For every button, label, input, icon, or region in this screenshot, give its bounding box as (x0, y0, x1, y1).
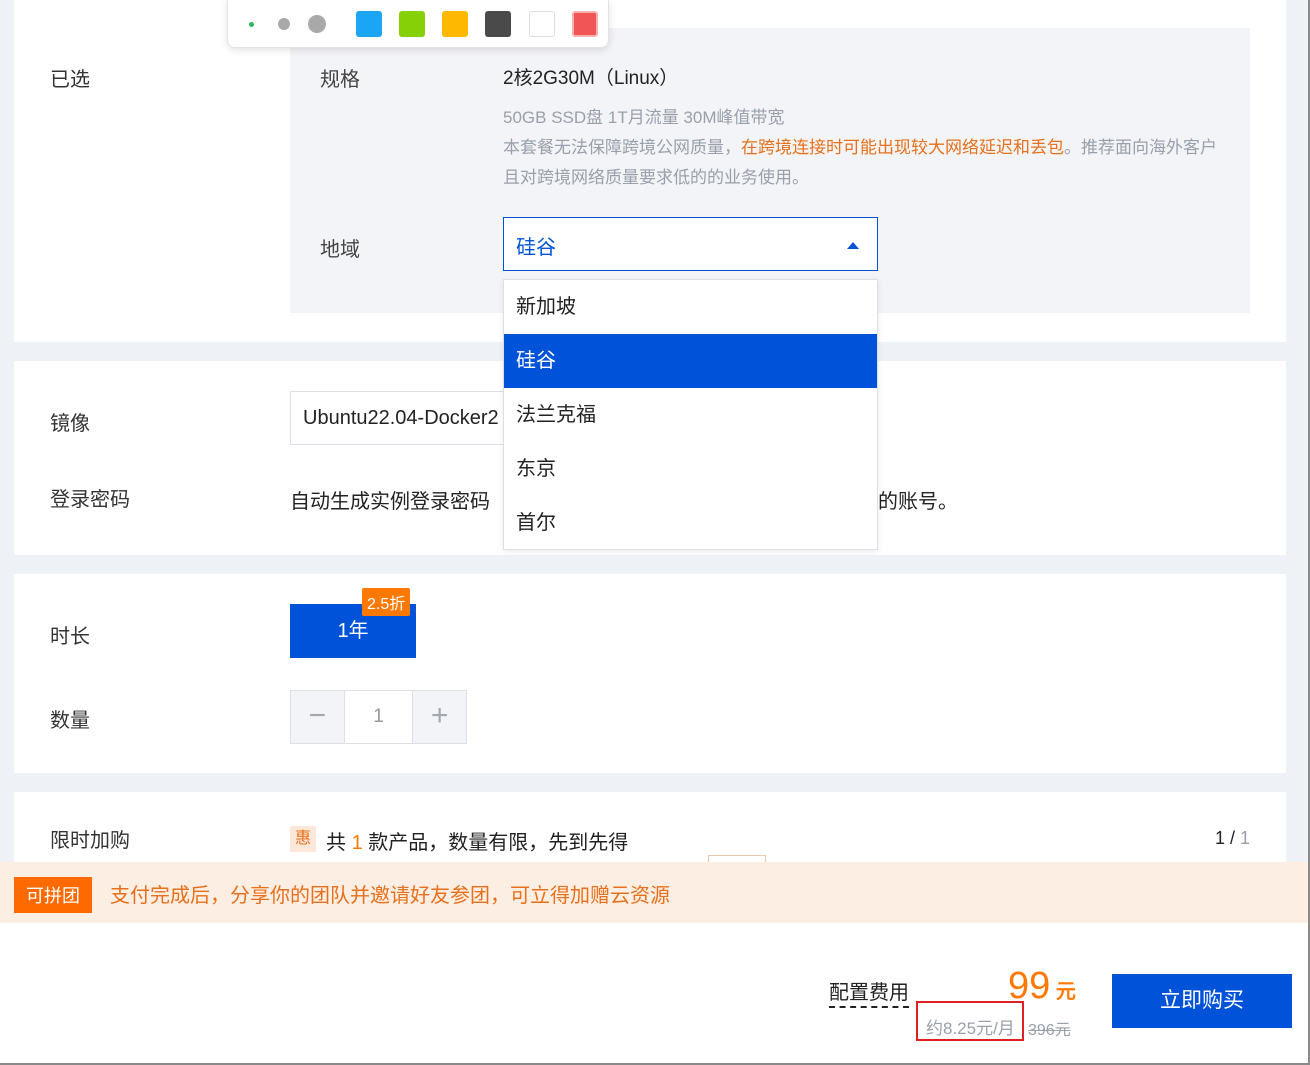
discount-tag: 惠 (290, 826, 316, 852)
spec-key: 规格 (320, 69, 360, 91)
addon-text: 共 1 款产品，数量有限，先到先得 (326, 826, 628, 855)
addon-text-pre: 共 (326, 832, 352, 854)
spec-value: 2核2G30M（Linux） (503, 68, 679, 89)
addon-count: 1 (351, 832, 363, 854)
region-option-frankfurt[interactable]: 法兰克福 (504, 388, 877, 442)
region-option-singapore[interactable]: 新加坡 (504, 280, 877, 334)
quantity-input[interactable]: 1 (343, 691, 414, 743)
buy-now-button[interactable]: 立即购买 (1112, 974, 1292, 1028)
image-label: 镜像 (50, 413, 90, 435)
page-total: 1 (1239, 828, 1250, 848)
region-option-seoul[interactable]: 首尔 (504, 496, 877, 550)
region-key: 地域 (320, 239, 360, 261)
cross-border-notice: 本套餐无法保障跨境公网质量，在跨境连接时可能出现较大网络延迟和丢包。推荐面向海外… (503, 133, 1223, 193)
region-select-value: 硅谷 (516, 237, 556, 259)
duration-label: 时长 (50, 626, 90, 648)
region-option-tokyo[interactable]: 东京 (504, 442, 877, 496)
region-select[interactable]: 硅谷 (503, 217, 878, 271)
minus-button[interactable]: − (291, 691, 344, 743)
addon-pager: 1 / 1 (1215, 828, 1250, 849)
discount-badge: 2.5折 (362, 588, 411, 616)
notice-pre: 本套餐无法保障跨境公网质量， (503, 138, 741, 157)
brush-size-small[interactable] (249, 22, 254, 27)
monthly-price: 约8.25元/月 (926, 1019, 1015, 1038)
caret-up-icon (847, 242, 859, 249)
selected-summary: 规格 2核2G30M（Linux） 50GB SSD盘 1T月流量 30M峰值带… (290, 28, 1250, 313)
region-option-silicon-valley[interactable]: 硅谷 (504, 334, 877, 388)
color-swatch-blue[interactable] (356, 11, 382, 37)
plus-button[interactable]: + (413, 691, 467, 743)
addon-text-post: 款产品，数量有限，先到先得 (362, 832, 629, 854)
selected-label: 已选 (50, 69, 90, 91)
addon-label: 限时加购 (50, 830, 130, 852)
quantity-stepper: − 1 + (290, 690, 467, 744)
brush-size-medium[interactable] (278, 18, 290, 30)
password-text-tail: 的账号。 (878, 491, 958, 513)
original-price: 396元 (1028, 1022, 1071, 1039)
color-swatch-yellow[interactable] (442, 11, 468, 37)
color-toolbar (227, 0, 609, 48)
config-fee-label[interactable]: 配置费用 (829, 976, 909, 1008)
password-label: 登录密码 (50, 489, 130, 511)
spec-detail: 50GB SSD盘 1T月流量 30M峰值带宽 (503, 108, 785, 127)
page-current: 1 / (1214, 828, 1240, 848)
color-swatch-dark[interactable] (485, 11, 511, 37)
color-swatch-red[interactable] (572, 11, 598, 37)
brush-size-large[interactable] (308, 15, 326, 33)
group-buy-tag[interactable]: 可拼团 (14, 877, 92, 913)
region-dropdown: 新加坡 硅谷 法兰克福 东京 首尔 (503, 279, 878, 550)
group-buy-text: 支付完成后，分享你的团队并邀请好友参团，可立得加赠云资源 (110, 885, 670, 907)
order-footer: 配置费用 99 元 约8.25元/月 396元 立即购买 (0, 923, 1308, 1063)
color-swatch-white[interactable] (529, 11, 555, 37)
group-buy-banner: 可拼团 支付完成后，分享你的团队并邀请好友参团，可立得加赠云资源 (0, 862, 1310, 923)
color-swatch-green[interactable] (399, 11, 425, 37)
notice-warning: 在跨境连接时可能出现较大网络延迟和丢包 (741, 138, 1064, 157)
quantity-label: 数量 (50, 710, 90, 732)
addon-card: 限时加购 惠 共 1 款产品，数量有限，先到先得 1 / 1 (14, 792, 1286, 863)
duration-card: 时长 1年 2.5折 数量 − 1 + (14, 574, 1286, 773)
password-text: 自动生成实例登录密码 (290, 491, 490, 513)
price-unit: 元 (1050, 981, 1076, 1003)
